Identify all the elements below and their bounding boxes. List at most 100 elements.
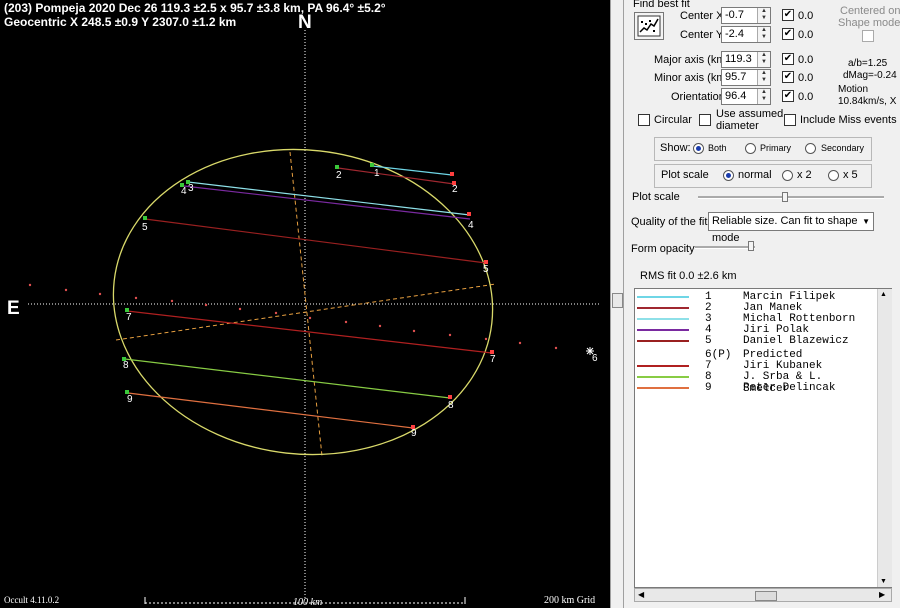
center-x-input[interactable]: -0.7 ▲ ▼: [721, 7, 771, 24]
scroll-thumb[interactable]: [755, 591, 777, 601]
center-x-checkbox[interactable]: ✔: [782, 9, 794, 21]
scroll-left-icon[interactable]: ◀: [638, 590, 644, 599]
show-both-label: Both: [708, 143, 727, 153]
minor-axis-label: Minor axis (km): [654, 72, 730, 84]
chord-label-7: 7: [126, 312, 132, 323]
scale-label: 100 km: [293, 597, 323, 608]
show-primary-label: Primary: [760, 143, 791, 153]
scroll-up-icon[interactable]: ▲: [880, 291, 887, 298]
predicted-track-dots: [28, 283, 558, 350]
use-assumed-label: Use assumed: [716, 108, 784, 120]
legend-swatch-6: [637, 354, 689, 356]
chord-label-1: 1: [374, 168, 380, 179]
ab-ratio: a/b=1.25: [848, 58, 888, 69]
plot-canvas: [28, 30, 600, 604]
major-axis-value: 119.3: [725, 53, 752, 65]
major-axis-label: Major axis (km): [654, 54, 730, 66]
dmag-value: dMag=-0.24: [843, 70, 897, 81]
minor-axis-input[interactable]: 95.7 ▲ ▼: [721, 69, 771, 86]
orientation-input[interactable]: 96.4 ▲ ▼: [721, 88, 771, 105]
include-miss-label: Include Miss events: [800, 114, 897, 126]
quality-value: Reliable size. Can fit to shape mode: [712, 215, 858, 244]
rms-fit: RMS fit 0.0 ±2.6 km: [640, 270, 737, 282]
major-axis-checkbox[interactable]: ✔: [782, 53, 794, 65]
disappear-markers: [122, 163, 374, 394]
chord-label-5: 5: [142, 222, 148, 233]
plot-scale-group: Plot scale normal x 2 x 5: [654, 164, 872, 188]
plot-scale-track[interactable]: [698, 196, 884, 199]
shape-model-label: Shape model: [838, 17, 900, 29]
scale-x5-radio[interactable]: [828, 170, 839, 181]
chord-2-line: [337, 167, 455, 185]
center-y-label: Center Y: [680, 29, 724, 41]
occultation-plot[interactable]: (203) Pompeja 2020 Dec 26 119.3 ±2.5 x 9…: [0, 0, 610, 608]
form-opacity-track[interactable]: [695, 246, 755, 249]
find-best-fit-button[interactable]: [634, 12, 664, 40]
find-best-fit-label: Find best fit: [633, 0, 690, 10]
centered-on-shape-checkbox[interactable]: [862, 30, 874, 42]
quality-dropdown[interactable]: Reliable size. Can fit to shape mode ▼: [708, 212, 874, 244]
legend-swatch-1: [637, 296, 689, 298]
splitter-grip[interactable]: [612, 293, 623, 308]
panel-splitter[interactable]: [610, 0, 624, 608]
control-panel: Find best fit Center X -0.7 ▲ ▼ ✔ 0.0 Cent…: [624, 0, 900, 608]
center-y-spinner[interactable]: ▲ ▼: [757, 27, 770, 42]
scroll-down-icon[interactable]: ▼: [880, 578, 887, 585]
center-y-step: 0.0: [798, 29, 814, 41]
chord-label-2b: 2: [452, 184, 458, 195]
motion-label: Motion: [838, 84, 869, 95]
circular-checkbox[interactable]: [638, 114, 650, 126]
show-secondary-radio[interactable]: [805, 143, 816, 154]
show-primary-radio[interactable]: [745, 143, 756, 154]
observer-legend[interactable]: 1 Marcin Filipek 2 Jan Manek 3 Michal Rotte…: [634, 288, 892, 588]
scale-x2-label: x 2: [797, 169, 812, 181]
show-label: Show:: [660, 142, 691, 154]
show-both-radio[interactable]: [693, 143, 704, 154]
major-axis-step: 0.0: [798, 54, 814, 66]
plot-scale-thumb[interactable]: [782, 192, 788, 202]
scale-normal-label: normal: [738, 169, 772, 181]
scroll-right-icon[interactable]: ▶: [879, 590, 885, 599]
chord-8-line: [124, 358, 451, 399]
legend-swatch-5: [637, 340, 689, 342]
legend-vertical-scrollbar[interactable]: ▲ ▼: [877, 289, 892, 587]
chord-1-line: [371, 165, 453, 176]
center-y-input[interactable]: -2.4 ▲ ▼: [721, 26, 771, 43]
form-opacity-thumb[interactable]: [748, 241, 754, 251]
legend-row[interactable]: 9 Peter Delincak: [635, 382, 875, 394]
plot-title-line1: (203) Pompeja 2020 Dec 26 119.3 ±2.5 x 9…: [4, 1, 386, 15]
scale-x5-label: x 5: [843, 169, 858, 181]
chord-label-5b: 5: [483, 264, 489, 275]
fit-ellipse: [112, 148, 494, 456]
scale-normal-radio[interactable]: [723, 170, 734, 181]
east-label: E: [7, 298, 20, 319]
minor-axis-checkbox[interactable]: ✔: [782, 71, 794, 83]
minor-axis-spinner[interactable]: ▲ ▼: [757, 70, 770, 85]
chord-3-line: [187, 181, 471, 216]
center-y-checkbox[interactable]: ✔: [782, 28, 794, 40]
center-x-spinner[interactable]: ▲ ▼: [757, 8, 770, 23]
chord-label-4: 4: [181, 186, 187, 197]
plot-scale-group-label: Plot scale: [661, 169, 709, 181]
chord-label-7b: 7: [490, 354, 496, 365]
legend-row[interactable]: 5 Daniel Blazewicz: [635, 335, 875, 347]
legend-swatch-8: [637, 376, 689, 378]
orientation-checkbox[interactable]: ✔: [782, 90, 794, 102]
chord-4-line: [183, 185, 471, 220]
major-axis-input[interactable]: 119.3 ▲ ▼: [721, 51, 771, 68]
legend-horizontal-scrollbar[interactable]: ◀ ▶: [634, 588, 892, 602]
orientation-spinner[interactable]: ▲ ▼: [757, 89, 770, 104]
center-x-label: Center X: [680, 10, 724, 22]
legend-swatch-4: [637, 329, 689, 331]
scale-x2-radio[interactable]: [782, 170, 793, 181]
chord-label-2: 2: [336, 170, 342, 181]
major-axis-spinner[interactable]: ▲ ▼: [757, 52, 770, 67]
use-assumed-checkbox[interactable]: [699, 114, 711, 126]
chord-label-9: 9: [127, 394, 133, 405]
orientation-label: Orientation: [671, 91, 725, 103]
include-miss-checkbox[interactable]: [784, 114, 796, 126]
orientation-value: 96.4: [725, 90, 747, 102]
legend-swatch-2: [637, 307, 689, 309]
chord-label-8: 8: [123, 360, 129, 371]
best-fit-icon: [637, 15, 661, 37]
